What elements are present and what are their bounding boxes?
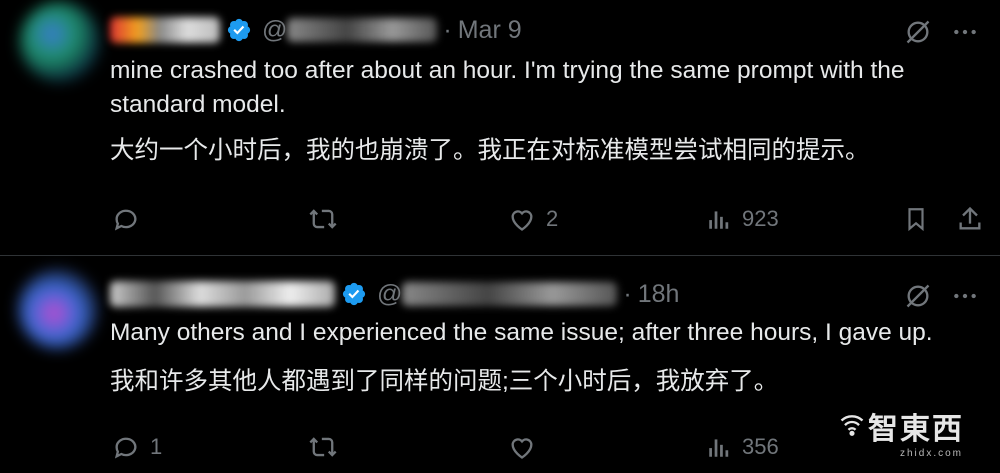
handle-prefix[interactable]: @ <box>377 280 402 309</box>
views-icon <box>706 205 732 233</box>
wifi-icon <box>838 410 866 443</box>
grok-icon[interactable] <box>904 282 932 310</box>
avatar[interactable] <box>18 269 98 349</box>
avatar[interactable] <box>20 2 100 82</box>
reply-icon <box>112 433 140 461</box>
repost-icon <box>308 433 338 461</box>
tweet-header: @ · Mar 9 <box>110 12 522 48</box>
separator: · <box>443 15 452 44</box>
grok-icon[interactable] <box>904 18 932 46</box>
like-count: 2 <box>546 206 559 231</box>
tweet-header: @ · 18h <box>110 276 679 312</box>
tweet-reply-1[interactable]: @ · Mar 9 mine crashed too after about a… <box>0 0 1000 256</box>
views-count: 923 <box>742 206 779 231</box>
handle-redacted[interactable] <box>287 18 438 42</box>
share-icon <box>956 205 984 233</box>
bookmark-button[interactable] <box>903 202 929 236</box>
repost-button[interactable] <box>308 430 338 464</box>
separator: · <box>623 279 632 308</box>
display-name-redacted[interactable] <box>110 17 220 43</box>
handle-redacted[interactable] <box>402 282 618 306</box>
reply-count: 1 <box>150 434 163 459</box>
like-icon <box>508 205 536 233</box>
like-button[interactable]: 2 <box>508 202 558 236</box>
reply-button[interactable]: 1 <box>112 430 162 464</box>
action-bar: 2 923 <box>110 202 990 236</box>
repost-icon <box>308 205 338 233</box>
more-icon[interactable] <box>952 283 978 309</box>
verified-badge-icon <box>341 281 367 307</box>
views-count: 356 <box>742 434 779 459</box>
watermark-text: 智東西 <box>868 412 964 447</box>
post-date[interactable]: 18h <box>638 280 680 309</box>
repost-button[interactable] <box>308 202 338 236</box>
handle-prefix[interactable]: @ <box>262 16 287 45</box>
share-button[interactable] <box>956 202 984 236</box>
tweet-text-english: Many others and I experienced the same i… <box>110 319 933 346</box>
reply-button[interactable] <box>112 202 150 236</box>
reply-icon <box>112 205 140 233</box>
views-icon <box>706 433 732 461</box>
watermark-logo: 智東西 zhidx.com <box>838 404 988 464</box>
bookmark-icon <box>903 205 929 233</box>
more-icon[interactable] <box>952 19 978 45</box>
views-button[interactable]: 356 <box>706 430 779 464</box>
like-icon <box>508 433 536 461</box>
display-name-redacted[interactable] <box>110 281 335 307</box>
post-date[interactable]: Mar 9 <box>458 16 522 45</box>
views-button[interactable]: 923 <box>706 202 779 236</box>
tweet-text-chinese: 我和许多其他人都遇到了同样的问题;三个小时后，我放弃了。 <box>110 368 779 395</box>
tweet-text-chinese: 大约一个小时后，我的也崩溃了。我正在对标准模型尝试相同的提示。 <box>110 137 870 164</box>
tweet-text-english: mine crashed too after about an hour. I'… <box>110 57 905 118</box>
like-button[interactable] <box>508 430 546 464</box>
verified-badge-icon <box>226 17 252 43</box>
watermark-subtext: zhidx.com <box>900 448 964 459</box>
